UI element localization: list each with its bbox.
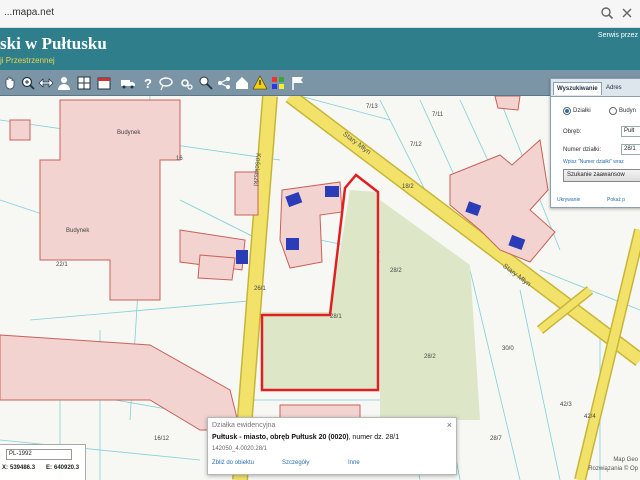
user-icon[interactable] xyxy=(56,75,72,91)
home-icon[interactable] xyxy=(234,75,250,91)
parcel-label: 22/1 xyxy=(56,262,68,268)
crs-select[interactable]: PL-1992 xyxy=(6,449,72,460)
e-coord-value: 640920.3 xyxy=(54,465,80,471)
numer-input[interactable]: 28/1 xyxy=(621,144,640,155)
info-popup: Działka ewidencyjna × Pułtusk - miasto, … xyxy=(207,417,457,475)
lasso-icon[interactable] xyxy=(158,75,174,91)
radio-dzialki[interactable] xyxy=(563,107,571,115)
share-icon[interactable] xyxy=(216,75,232,91)
map-toolbar: ? xyxy=(0,70,640,96)
parcel-label: 42/4 xyxy=(584,414,596,420)
hand-icon[interactable] xyxy=(2,75,18,91)
show-more-link[interactable]: Pokaż p xyxy=(607,197,625,203)
attribution-line-1: Map Geo xyxy=(613,457,638,463)
info-main-rest: , numer dz. 28/1 xyxy=(348,434,400,441)
attribution-line-2[interactable]: Rozwiązania © Op xyxy=(588,465,638,474)
clear-link[interactable]: Ukrywanie xyxy=(557,197,580,203)
help-icon[interactable]: ? xyxy=(140,75,156,91)
zoom-to-object-link[interactable]: Zbliż do obiektu xyxy=(212,460,254,466)
map-attribution: Map Geo Rozwiązania © Op xyxy=(588,456,638,474)
close-icon[interactable]: × xyxy=(447,420,452,430)
info-main-text: Pułtusk - miasto, obręb Pułtusk 20 (0020… xyxy=(212,434,399,441)
info-identifier: 142050_4.0020.28/1 xyxy=(212,446,268,452)
app-header: ski w Pułtusku ji Przestrzennej Serwis p… xyxy=(0,28,640,70)
obreb-input[interactable]: Pułt xyxy=(621,126,640,137)
arrows-icon[interactable] xyxy=(38,75,54,91)
search-icon[interactable] xyxy=(600,6,614,20)
obreb-label: Obręb: xyxy=(563,129,582,135)
tab-adres[interactable]: Adres xyxy=(603,82,625,95)
x-coord-value: 539486.3 xyxy=(10,465,36,471)
parcel-label: 28/2 xyxy=(390,268,402,274)
browser-address-bar: ...mapa.net xyxy=(0,0,640,28)
search-panel: Wyszukiwanie Adres Działki Budyn Obręb: … xyxy=(550,78,640,208)
parcel-label: 30/0 xyxy=(502,346,514,352)
settings-icon[interactable] xyxy=(178,75,194,91)
radio-budynki[interactable] xyxy=(609,107,617,115)
building-label: Budynek xyxy=(66,228,90,234)
header-link[interactable]: Serwis przez xyxy=(598,32,638,39)
close-icon[interactable] xyxy=(620,6,634,20)
app-subtitle: ji Przestrzennej xyxy=(0,56,55,65)
svg-text:?: ? xyxy=(144,76,152,91)
search-icon[interactable] xyxy=(198,75,214,91)
palette-icon[interactable] xyxy=(270,75,286,91)
flag-icon[interactable] xyxy=(290,75,306,91)
parcel-label: 16 xyxy=(176,156,183,162)
tab-wyszukiwanie[interactable]: Wyszukiwanie xyxy=(553,82,602,95)
parcel-label: 28/7 xyxy=(490,436,502,442)
e-coord-label: E: xyxy=(46,465,52,471)
truck-icon[interactable] xyxy=(120,75,136,91)
parcel-label: 26/1 xyxy=(254,286,266,292)
parcel-label: 28/2 xyxy=(424,354,436,360)
grid-icon[interactable] xyxy=(76,75,92,91)
radio-dzialki-label: Działki xyxy=(573,108,591,114)
info-title: Działka ewidencyjna xyxy=(212,422,276,429)
parcel-label: 7/11 xyxy=(432,112,444,118)
x-coord-label: X: xyxy=(2,465,8,471)
url-text[interactable]: ...mapa.net xyxy=(4,7,54,18)
coords-box: PL-1992 X: 539486.3 E: 640920.3 xyxy=(0,444,86,480)
parcel-label: 16/12 xyxy=(154,436,170,442)
parcel-label: 42/3 xyxy=(560,402,572,408)
building-label: Budynek xyxy=(117,130,141,136)
parcel-label: 28/1 xyxy=(330,314,342,320)
other-link[interactable]: Inne xyxy=(348,460,360,466)
warning-icon[interactable] xyxy=(252,75,268,91)
details-link[interactable]: Szczegóły xyxy=(282,460,309,466)
calendar-icon[interactable] xyxy=(96,75,112,91)
info-main-bold: Pułtusk - miasto, obręb Pułtusk 20 (0020… xyxy=(212,434,349,441)
radio-budynki-label: Budyn xyxy=(619,108,637,114)
numer-label: Numer działki: xyxy=(563,147,602,153)
zoom-in-icon[interactable] xyxy=(20,75,36,91)
parcel-label: 7/12 xyxy=(410,142,422,148)
parcel-label: 18/2 xyxy=(402,184,414,190)
app-title: ski w Pułtusku xyxy=(0,34,107,53)
parcel-label: 7/13 xyxy=(366,104,378,110)
panel-tabs: Wyszukiwanie Adres xyxy=(551,79,640,97)
advanced-search-button[interactable]: Szukanie zaawansow xyxy=(563,169,640,182)
hint-link[interactable]: Wpisz "Numer działki" wraz xyxy=(563,159,624,165)
